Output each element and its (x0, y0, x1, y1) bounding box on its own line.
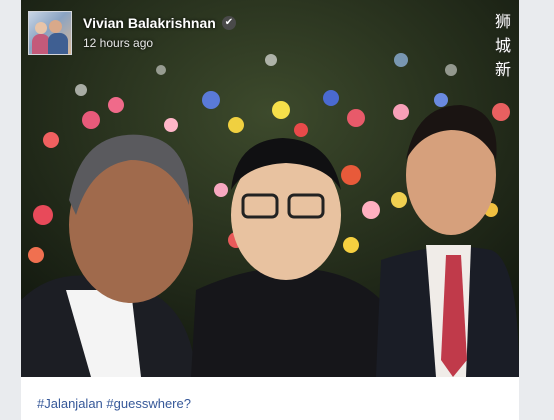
author-avatar[interactable] (28, 11, 72, 55)
post-timestamp[interactable]: 12 hours ago (83, 36, 153, 50)
post-header: Vivian Balakrishnan ✔ 12 hours ago (21, 0, 519, 60)
verified-check-icon: ✔ (222, 16, 236, 30)
post-caption: #Jalanjalan #guesswhere? (37, 396, 191, 411)
hashtag-guesswhere[interactable]: #guesswhere? (106, 396, 191, 411)
watermark-text: 狮城新 (495, 12, 512, 79)
author-name[interactable]: Vivian Balakrishnan (83, 15, 216, 31)
hashtag-jalanjalan[interactable]: #Jalanjalan (37, 396, 103, 411)
post-card: Vivian Balakrishnan ✔ 12 hours ago 狮城新 #… (21, 0, 519, 420)
